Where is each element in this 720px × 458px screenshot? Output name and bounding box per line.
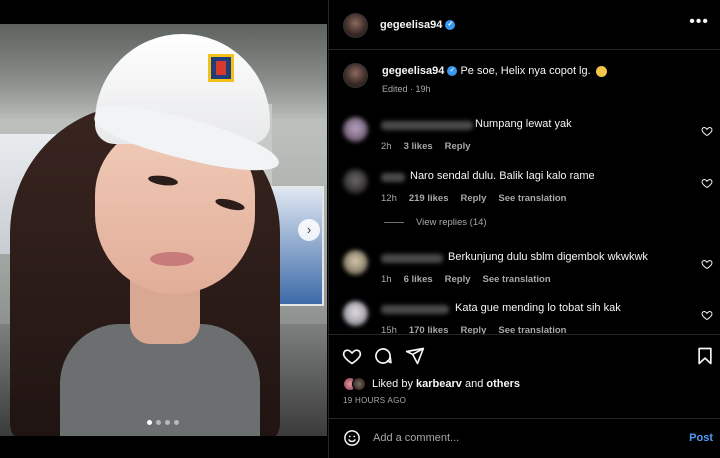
liked-by-prefix: Liked by [372, 378, 417, 390]
comment-meta: 2h 3 likes Reply [381, 141, 471, 152]
add-comment-bar: Post [329, 418, 720, 458]
comment-time: 1h [381, 274, 392, 285]
emoji-icon[interactable] [343, 429, 361, 447]
comment-item: Numpang lewat yak 2h 3 likes Reply [329, 113, 720, 165]
carousel-dot [174, 420, 179, 425]
likes-others-link[interactable]: others [486, 378, 520, 390]
heart-icon[interactable] [701, 125, 713, 137]
heart-icon[interactable] [701, 177, 713, 189]
commenter-avatar[interactable] [343, 169, 368, 194]
replies-divider [384, 222, 404, 223]
commenter-username-blurred[interactable] [381, 173, 405, 182]
add-comment-input[interactable] [373, 428, 663, 448]
see-translation-link[interactable]: See translation [498, 193, 566, 204]
commenter-username-blurred[interactable] [381, 254, 443, 263]
comment-meta: 1h 6 likes Reply See translation [381, 274, 551, 285]
caption-avatar[interactable] [343, 63, 368, 88]
carousel-dot [147, 420, 152, 425]
caption-meta: Edited · 19h [382, 84, 431, 94]
commenter-username-blurred[interactable] [381, 305, 449, 314]
photo-lips [150, 252, 194, 266]
reply-button[interactable]: Reply [445, 274, 471, 285]
carousel-dot [156, 420, 161, 425]
post-comment-button[interactable]: Post [689, 432, 713, 444]
more-options-icon[interactable]: ••• [689, 14, 709, 30]
comment-text: Berkunjung dulu sblm digembok wkwkwk [448, 251, 648, 263]
post-side-panel: gegeelisa94 ✓ ••• gegeelisa94 ✓ Pe soe, He… [328, 0, 720, 458]
comment-likes[interactable]: 6 likes [404, 274, 433, 285]
commenter-avatar[interactable] [343, 301, 368, 326]
post-caption: gegeelisa94 ✓ Pe soe, Helix nya copot lg.… [329, 50, 720, 108]
bookmark-icon[interactable] [695, 346, 715, 366]
reply-button[interactable]: Reply [445, 141, 471, 152]
photo-cap-logo [208, 54, 234, 82]
comment-time: 2h [381, 141, 392, 152]
liked-by-text: Liked by karbearv and others [372, 378, 520, 390]
comment-likes[interactable]: 3 likes [404, 141, 433, 152]
author-username-row[interactable]: gegeelisa94 ✓ [380, 19, 456, 31]
verified-badge-icon: ✓ [447, 66, 458, 77]
comment-likes[interactable]: 219 likes [409, 193, 449, 204]
heart-icon[interactable] [342, 346, 362, 366]
post-header: gegeelisa94 ✓ ••• [329, 0, 720, 50]
heart-icon[interactable] [701, 258, 713, 270]
verified-badge-icon: ✓ [445, 20, 456, 31]
commenter-avatar[interactable] [343, 250, 368, 275]
comment-icon[interactable] [373, 346, 393, 366]
comment-meta: 12h 219 likes Reply See translation [381, 193, 566, 204]
liker-username[interactable]: karbearv [416, 378, 462, 390]
liked-by-line: Liked by karbearv and others [343, 377, 520, 391]
post-media[interactable]: › [0, 24, 327, 436]
author-username[interactable]: gegeelisa94 [380, 19, 442, 31]
post-action-bar [329, 334, 720, 374]
comment-text: Numpang lewat yak [475, 118, 572, 130]
comment-item: Naro sendal dulu. Balik lagi kalo rame 1… [329, 165, 720, 217]
post-timestamp[interactable]: 19 HOURS AGO [343, 396, 406, 405]
liked-by-middle: and [461, 378, 487, 390]
carousel-dot [165, 420, 170, 425]
caption-line: gegeelisa94 ✓ Pe soe, Helix nya copot lg. [382, 65, 607, 77]
carousel-indicator [147, 420, 179, 425]
commenter-username-blurred[interactable] [381, 121, 473, 130]
commenter-avatar[interactable] [343, 117, 368, 142]
view-replies-label[interactable]: View replies (14) [416, 217, 487, 228]
comment-time: 12h [381, 193, 397, 204]
see-translation-link[interactable]: See translation [483, 274, 551, 285]
comment-item: Berkunjung dulu sblm digembok wkwkwk 1h … [329, 246, 720, 298]
heart-icon[interactable] [701, 309, 713, 321]
author-avatar[interactable] [343, 13, 368, 38]
caption-username[interactable]: gegeelisa94 [382, 65, 444, 77]
emoji-face-icon [595, 65, 607, 77]
share-icon[interactable] [405, 346, 425, 366]
view-replies-toggle[interactable]: View replies (14) [384, 217, 487, 228]
chevron-right-icon[interactable]: › [298, 219, 320, 241]
liker-avatar[interactable] [352, 377, 366, 391]
reply-button[interactable]: Reply [460, 193, 486, 204]
comment-text: Naro sendal dulu. Balik lagi kalo rame [410, 170, 595, 182]
caption-text: Pe soe, Helix nya copot lg. [460, 65, 591, 77]
comment-text: Kata gue mending lo tobat sih kak [455, 302, 621, 314]
